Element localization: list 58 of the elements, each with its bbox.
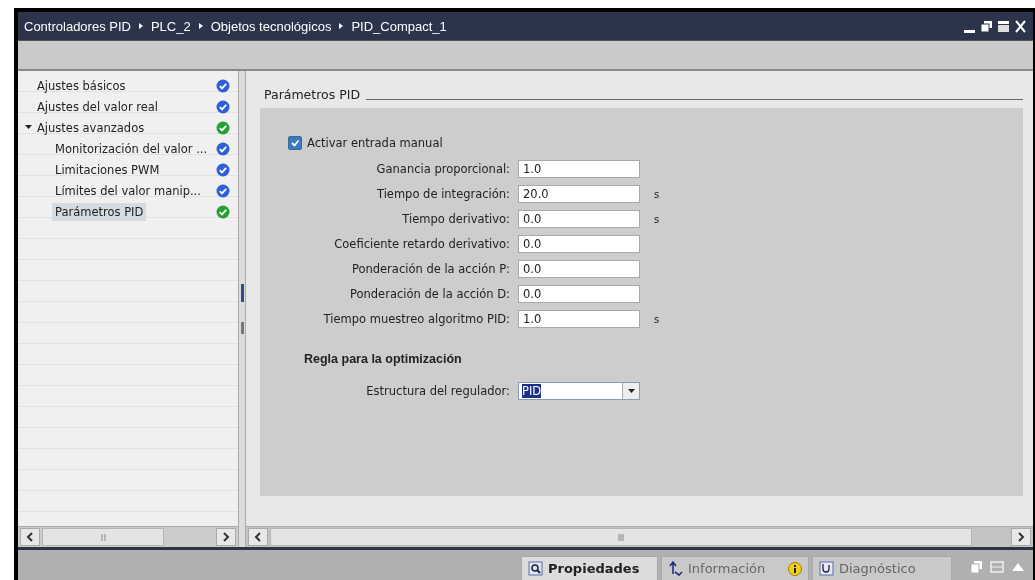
restore-icon[interactable] — [980, 18, 993, 34]
arrows-icon — [668, 561, 683, 576]
input-field[interactable]: 0.0 — [518, 235, 640, 253]
subheading: Regla para la optimización — [304, 352, 463, 366]
sidebar-item[interactable]: Limitaciones PWM — [52, 160, 163, 179]
input-field[interactable]: 0.0 — [518, 285, 640, 303]
field-label: Ganancia proporcional: — [375, 162, 510, 176]
expanded-arrow-icon[interactable] — [24, 124, 32, 131]
breadcrumb-item[interactable]: Controladores PID — [24, 18, 131, 34]
tab[interactable]: Propiedades — [521, 556, 658, 580]
unit-label: s — [653, 214, 660, 225]
horizontal-scrollbar[interactable] — [18, 526, 238, 547]
breadcrumb-item[interactable]: PLC_2 — [150, 18, 191, 34]
checkbox-label: Activar entrada manual — [307, 136, 443, 150]
breadcrumb-item[interactable]: PID_Compact_1 — [351, 18, 447, 34]
field-label: Tiempo derivativo: — [401, 212, 510, 226]
tab[interactable]: Información — [661, 556, 809, 580]
unit-label: s — [653, 189, 660, 200]
scroll-right-icon[interactable] — [1017, 532, 1025, 542]
maximize-icon[interactable] — [997, 18, 1010, 34]
magnifier-icon — [528, 561, 543, 576]
checkbox[interactable] — [288, 136, 302, 150]
scroll-grip-icon — [618, 533, 624, 541]
sidebar-item[interactable]: Ajustes del valor real — [34, 97, 162, 116]
close-icon[interactable] — [1014, 18, 1027, 34]
input-field[interactable]: 1.0 — [518, 310, 640, 328]
input-field[interactable]: 0.0 — [518, 260, 640, 278]
sidebar-item[interactable]: Parámetros PID — [52, 202, 147, 221]
breadcrumb-item[interactable]: Objetos tecnológicos — [210, 18, 332, 34]
breadcrumb-separator-icon — [197, 22, 204, 30]
unit-label: s — [653, 314, 660, 325]
input-field[interactable]: 1.0 — [518, 160, 640, 178]
section-title: Parámetros PID — [264, 87, 361, 102]
sidebar-item[interactable]: Límites del valor manip... — [52, 181, 204, 200]
breadcrumb-separator-icon — [137, 22, 144, 30]
splitter[interactable] — [238, 71, 246, 547]
dropdown[interactable]: PID — [518, 382, 640, 400]
input-field[interactable]: 20.0 — [518, 185, 640, 203]
checkmark-icon — [290, 138, 300, 148]
sidebar-item[interactable]: Monitorización del valor ... — [52, 139, 211, 158]
sidebar-item[interactable]: Ajustes avanzados — [34, 118, 148, 137]
field-label: Tiempo muestreo algoritmo PID: — [322, 312, 510, 326]
sidebar-item[interactable]: Ajustes básicos — [34, 76, 129, 95]
scroll-left-icon[interactable] — [26, 532, 34, 542]
scroll-right-icon[interactable] — [222, 532, 230, 542]
tab[interactable]: Diagnóstico — [812, 556, 952, 580]
scroll-grip-icon — [100, 533, 106, 541]
field-label: Ponderación de la acción D: — [348, 287, 510, 301]
breadcrumb-separator-icon — [338, 22, 345, 30]
dropdown-arrow-icon[interactable] — [627, 389, 635, 393]
horizontal-scrollbar[interactable] — [246, 526, 1033, 547]
field-label: Estructura del regulador: — [365, 384, 510, 398]
field-label: Coeficiente retardo derivativo: — [333, 237, 510, 251]
input-field[interactable]: 0.0 — [518, 210, 640, 228]
scroll-left-icon[interactable] — [254, 532, 262, 542]
field-label: Tiempo de integración: — [375, 187, 510, 201]
info-icon — [788, 561, 802, 576]
field-label: Ponderación de la acción P: — [350, 262, 510, 276]
